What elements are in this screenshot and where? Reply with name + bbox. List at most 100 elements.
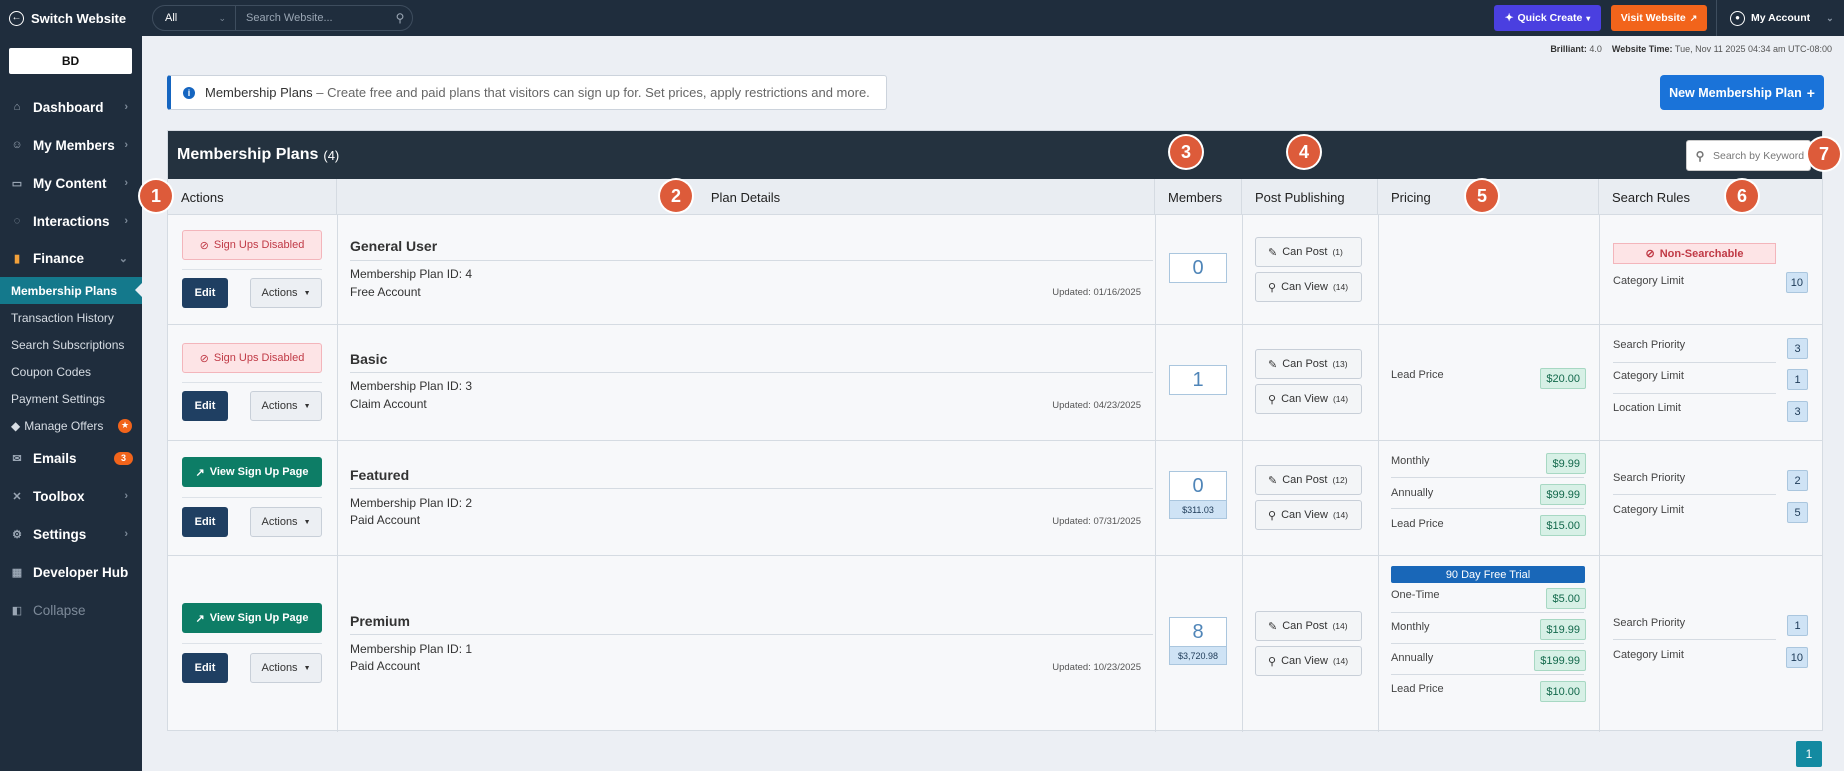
pagination-page-1[interactable]: 1 xyxy=(1796,741,1822,767)
sidebar-collapse-button[interactable]: ◧ Collapse xyxy=(0,591,142,629)
my-account-menu[interactable]: ● My Account ⌄ xyxy=(1716,0,1844,36)
plan-name[interactable]: Premium xyxy=(350,613,410,629)
sidebar-item-finance[interactable]: ▮ Finance ⌄ xyxy=(0,239,142,277)
search-icon: ⚲ xyxy=(1268,509,1277,522)
col-header-plan-details: Plan Details xyxy=(337,179,1155,215)
actions-dropdown[interactable]: Actions ▼ xyxy=(250,653,322,683)
keyword-search-input[interactable] xyxy=(1713,149,1808,162)
search-scope-select[interactable]: All ⌄ xyxy=(153,6,236,30)
can-post-button[interactable]: ✎ Can Post (14) xyxy=(1255,611,1362,641)
gear-icon: ⚙ xyxy=(12,528,22,541)
sidebar-sub-coupon-codes[interactable]: Coupon Codes xyxy=(0,358,142,385)
plan-account-type: Paid Account xyxy=(350,659,421,673)
can-view-count: (14) xyxy=(1332,394,1349,404)
can-view-button[interactable]: ⚲ Can View (14) xyxy=(1255,500,1362,530)
plan-name[interactable]: Basic xyxy=(350,351,387,367)
can-post-button[interactable]: ✎ Can Post (1) xyxy=(1255,237,1362,267)
price-value: $20.00 xyxy=(1540,368,1586,389)
plan-account-type: Free Account xyxy=(350,285,421,299)
price-label: One-Time xyxy=(1391,589,1440,601)
visit-website-button[interactable]: Visit Website ↗ xyxy=(1611,5,1707,31)
member-count[interactable]: 1 xyxy=(1169,365,1227,395)
grid-icon: ▦ xyxy=(11,566,23,579)
can-view-button[interactable]: ⚲ Can View (14) xyxy=(1255,646,1362,676)
quick-create-button[interactable]: ✦ Quick Create ▾ xyxy=(1494,5,1601,31)
search-icon[interactable]: ⚲ xyxy=(388,11,412,25)
member-revenue: $311.03 xyxy=(1169,500,1227,519)
sidebar: BD ⌂ Dashboard › ☺ My Members › ▭ My Content ›… xyxy=(0,36,142,771)
actions-dropdown[interactable]: Actions ▼ xyxy=(250,391,322,421)
search-rule-label: Search Priority xyxy=(1613,339,1686,351)
post-publishing-cell: ✎ Can Post (14) ⚲ Can View (14) xyxy=(1242,556,1378,732)
sidebar-sub-manage-offers[interactable]: ◆ Manage Offers ★ xyxy=(0,412,142,439)
col-header-label: Plan Details xyxy=(710,189,781,205)
edit-icon: ✎ xyxy=(1268,474,1278,487)
members-cell: 0 $311.03 xyxy=(1155,441,1242,555)
switch-website-button[interactable]: ← Switch Website xyxy=(0,0,142,36)
sidebar-item-emails[interactable]: ✉ Emails 3 xyxy=(0,439,142,477)
sign-ups-disabled-button[interactable]: ⊘ Sign Ups Disabled xyxy=(182,343,322,373)
sidebar-sub-search-subscriptions[interactable]: Search Subscriptions xyxy=(0,331,142,358)
plan-name[interactable]: General User xyxy=(350,238,437,254)
divider xyxy=(1391,674,1584,675)
emails-count-badge: 3 xyxy=(114,451,133,465)
sidebar-sub-payment-settings[interactable]: Payment Settings xyxy=(0,385,142,412)
member-count[interactable]: 8 xyxy=(1169,617,1227,647)
chevron-down-icon: ▾ xyxy=(1586,13,1591,23)
quick-create-label: Quick Create xyxy=(1517,12,1583,24)
page-info-banner: i Membership Plans – Create free and pai… xyxy=(167,75,887,110)
sidebar-item-label: Dashboard xyxy=(33,99,104,115)
new-membership-plan-button[interactable]: New Membership Plan + xyxy=(1660,75,1824,110)
price-value: $10.00 xyxy=(1540,681,1586,702)
view-sign-up-page-button[interactable]: ↗ View Sign Up Page xyxy=(182,603,322,633)
can-view-button[interactable]: ⚲ Can View (14) xyxy=(1255,272,1362,302)
can-view-button[interactable]: ⚲ Can View (14) xyxy=(1255,384,1362,414)
button-label: Can Post xyxy=(1282,358,1328,370)
col-header-label: Members xyxy=(1168,189,1223,205)
col-header-label: Actions xyxy=(181,189,224,205)
sidebar-sub-membership-plans[interactable]: Membership Plans xyxy=(0,277,142,304)
callout-marker: 5 xyxy=(1466,180,1498,212)
sidebar-sub-transaction-history[interactable]: Transaction History xyxy=(0,304,142,331)
site-logo[interactable]: BD xyxy=(9,48,132,74)
sidebar-sub-label: Manage Offers xyxy=(24,418,104,433)
edit-button[interactable]: Edit xyxy=(182,278,228,308)
edit-button[interactable]: Edit xyxy=(182,653,228,683)
collapse-icon: ◧ xyxy=(11,604,23,617)
sidebar-item-settings[interactable]: ⚙ Settings › xyxy=(0,515,142,553)
button-label: Can View xyxy=(1281,393,1328,405)
view-sign-up-page-button[interactable]: ↗ View Sign Up Page xyxy=(182,457,322,487)
col-header-members: Members xyxy=(1155,179,1242,215)
plan-id-value: 4 xyxy=(465,267,473,281)
ban-icon: ⊘ xyxy=(1645,248,1655,260)
members-cell: 1 xyxy=(1155,325,1242,440)
actions-dropdown[interactable]: Actions ▼ xyxy=(250,278,322,308)
plan-id-label: Membership Plan ID: xyxy=(350,379,463,393)
sidebar-item-toolbox[interactable]: ✕ Toolbox › xyxy=(0,477,142,515)
edit-button[interactable]: Edit xyxy=(182,391,228,421)
search-rule-value: 10 xyxy=(1785,272,1808,293)
member-count[interactable]: 0 xyxy=(1169,253,1227,283)
sidebar-item-dashboard[interactable]: ⌂ Dashboard › xyxy=(0,88,142,126)
sidebar-item-my-content[interactable]: ▭ My Content › xyxy=(0,164,142,202)
price-label: Annually xyxy=(1391,652,1434,664)
sidebar-item-developer-hub[interactable]: ▦ Developer Hub xyxy=(0,553,142,591)
callout-marker: 4 xyxy=(1288,136,1320,168)
callout-marker: 6 xyxy=(1726,180,1758,212)
callout-marker: 3 xyxy=(1170,136,1202,168)
actions-dropdown[interactable]: Actions ▼ xyxy=(250,507,322,537)
plan-name[interactable]: Featured xyxy=(350,467,409,483)
button-label: Edit xyxy=(194,287,216,299)
price-label: Annually xyxy=(1391,487,1434,499)
member-count[interactable]: 0 xyxy=(1169,471,1227,501)
sidebar-item-my-members[interactable]: ☺ My Members › xyxy=(0,126,142,164)
search-input[interactable] xyxy=(236,6,388,30)
can-post-button[interactable]: ✎ Can Post (13) xyxy=(1255,349,1362,379)
can-post-button[interactable]: ✎ Can Post (12) xyxy=(1255,465,1362,495)
sidebar-item-interactions[interactable]: ◌ Interactions › xyxy=(0,202,142,240)
button-label: Actions xyxy=(261,287,298,299)
sign-ups-disabled-button[interactable]: ⊘ Sign Ups Disabled xyxy=(182,230,322,260)
search-rule-value: 1 xyxy=(1787,615,1808,636)
plan-updated-date: Updated: 01/16/2025 xyxy=(1052,287,1141,298)
edit-button[interactable]: Edit xyxy=(182,507,228,537)
